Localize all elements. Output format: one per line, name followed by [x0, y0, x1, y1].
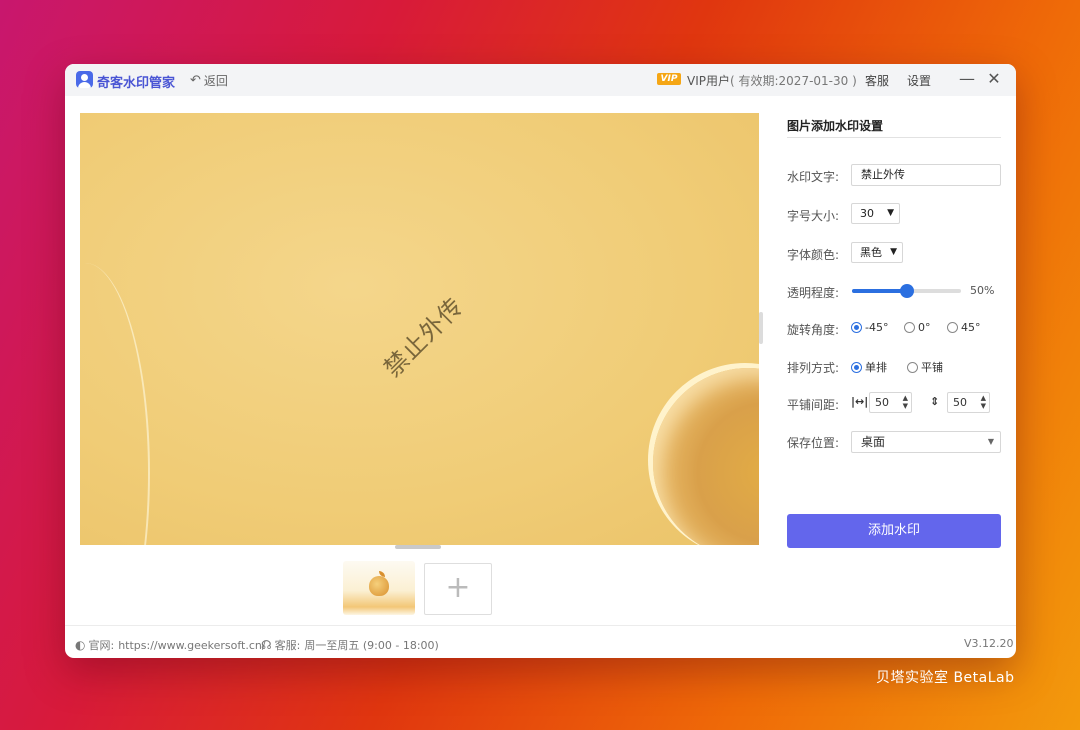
save-location-label: 保存位置:: [787, 436, 840, 450]
chevron-down-icon: ▼: [890, 247, 897, 257]
horizontal-spacing-icon: |↔|: [851, 395, 869, 408]
back-button[interactable]: ↶ 返回: [190, 72, 228, 89]
radio-icon: [907, 361, 918, 373]
vertical-spacing-stepper[interactable]: 50 ▲ ▼: [947, 392, 990, 413]
title-bar: 奇客水印管家 ↶ 返回 VIP VIP用户( 有效期:2027-01-30 ) …: [65, 64, 1016, 96]
opacity-slider-knob[interactable]: [899, 284, 914, 298]
settings-title: 图片添加水印设置: [787, 119, 884, 133]
rotation-option-label: 45°: [961, 321, 981, 334]
vertical-spacing-icon: ⇕: [930, 395, 940, 408]
opacity-value: 50%: [970, 284, 995, 297]
status-divider: [65, 625, 1016, 626]
app-title: 奇客水印管家: [97, 76, 176, 91]
app-window: 奇客水印管家 ↶ 返回 VIP VIP用户( 有效期:2027-01-30 ) …: [65, 64, 1016, 658]
image-preview: 禁止外传: [80, 113, 759, 545]
support-hours: 周一至周五 (9:00 - 18:00): [304, 639, 439, 652]
spacing-label: 平铺间距:: [787, 398, 840, 412]
support-link[interactable]: 客服: [865, 72, 889, 89]
preview-resize-handle-bottom[interactable]: [395, 545, 441, 549]
layout-option-single[interactable]: 单排: [851, 359, 887, 375]
vertical-spacing-value: 50: [953, 396, 967, 409]
support-info: ☊ 客服: 周一至周五 (9:00 - 18:00): [261, 637, 439, 653]
background-streak: [80, 263, 150, 545]
font-size-select[interactable]: 30 ▼: [851, 203, 900, 224]
save-location-select[interactable]: 桌面 ▼: [851, 431, 1001, 453]
add-watermark-button[interactable]: 添加水印: [787, 514, 1001, 548]
vip-user-label: VIP用户: [687, 74, 730, 88]
rotation-label: 旋转角度:: [787, 323, 840, 337]
font-color-label: 字体颜色:: [787, 248, 840, 262]
support-hours-label: 客服:: [274, 639, 301, 652]
vip-status: VIP用户( 有效期:2027-01-30 ): [687, 72, 857, 89]
add-image-button[interactable]: +: [424, 563, 492, 615]
font-size-value: 30: [860, 207, 874, 220]
rotation-option-label: -45°: [865, 321, 889, 334]
app-logo-icon: [76, 71, 93, 88]
save-location-value: 桌面: [861, 435, 886, 449]
website-label: 官网:: [88, 639, 115, 652]
horizontal-spacing-value: 50: [875, 396, 889, 409]
radio-icon: [904, 322, 915, 333]
layout-option-label: 单排: [865, 361, 887, 374]
layout-option-label: 平铺: [921, 361, 943, 374]
website-info: ◐ 官网: https://www.geekersoft.cn/: [75, 637, 266, 653]
radio-icon: [947, 322, 958, 333]
radio-selected-icon: [851, 322, 862, 333]
watermark-text-input[interactable]: 禁止外传: [851, 164, 1001, 186]
dropdown-arrow-icon: ▼: [987, 437, 994, 446]
apple-icon: [369, 576, 389, 596]
preview-resize-handle-right[interactable]: [759, 312, 763, 344]
version-label: V3.12.20: [964, 637, 1014, 650]
stepper-arrows-icon[interactable]: ▲ ▼: [903, 394, 908, 410]
rotation-option-minus45[interactable]: -45°: [851, 321, 888, 334]
vip-badge-icon: VIP: [657, 73, 681, 85]
close-button[interactable]: ✕: [983, 68, 1005, 90]
rotation-option-label: 0°: [918, 321, 931, 334]
golden-sphere: [653, 368, 759, 545]
opacity-slider-fill: [852, 289, 907, 293]
rotation-option-0[interactable]: 0°: [904, 321, 931, 334]
opacity-slider[interactable]: [852, 284, 961, 298]
watermark-text-label: 水印文字:: [787, 170, 840, 184]
settings-link[interactable]: 设置: [907, 72, 931, 89]
horizontal-spacing-stepper[interactable]: 50 ▲ ▼: [869, 392, 912, 413]
rotation-option-45[interactable]: 45°: [947, 321, 981, 334]
font-color-value: 黑色: [860, 246, 882, 259]
layout-label: 排列方式:: [787, 361, 840, 375]
website-link[interactable]: https://www.geekersoft.cn/: [118, 639, 265, 652]
font-size-label: 字号大小:: [787, 209, 840, 223]
image-thumbnail[interactable]: [343, 561, 415, 615]
opacity-label: 透明程度:: [787, 286, 840, 300]
watermark-preview-text: 禁止外传: [378, 292, 470, 383]
radio-selected-icon: [851, 361, 862, 373]
globe-icon: ◐: [75, 638, 86, 652]
minimize-button[interactable]: —: [956, 68, 978, 90]
chevron-down-icon: ▼: [887, 208, 894, 218]
headset-icon: ☊: [261, 638, 272, 652]
font-color-select[interactable]: 黑色 ▼: [851, 242, 903, 263]
back-label: 返回: [203, 74, 228, 88]
layout-option-tile[interactable]: 平铺: [907, 359, 943, 375]
stepper-arrows-icon[interactable]: ▲ ▼: [981, 394, 986, 410]
vip-expiry: ( 有效期:2027-01-30 ): [730, 74, 857, 88]
plus-icon: +: [445, 570, 471, 605]
settings-divider: [787, 137, 1001, 138]
brand-watermark: 贝塔实验室 BetaLab: [876, 670, 1015, 686]
back-arrow-icon: ↶: [190, 73, 201, 88]
